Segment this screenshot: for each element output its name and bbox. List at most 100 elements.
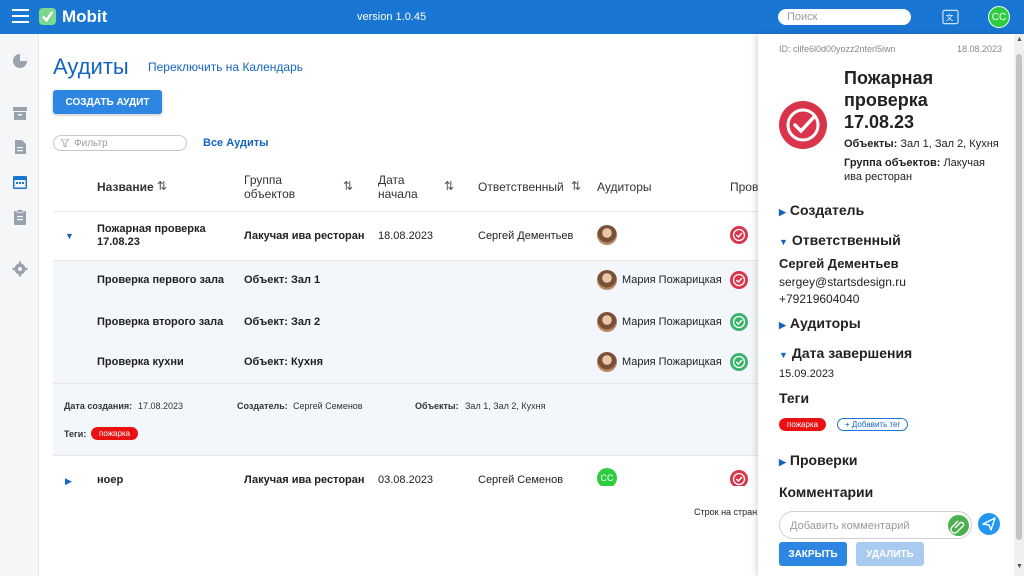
sort-icon[interactable]: ⇅ [571,179,581,193]
close-button[interactable]: ЗАКРЫТЬ [779,542,847,566]
check-auditor: Мария Пожарицкая [622,356,722,368]
scrollbar-thumb[interactable] [1016,54,1022,540]
responsible-email: sergey@startsdesign.ru [779,275,906,289]
settings-icon[interactable] [11,260,29,278]
section-auditors[interactable]: ▶ Аудиторы [779,315,861,331]
section-end-date[interactable]: ▼ Дата завершения [779,345,912,361]
collapse-chevron-icon[interactable]: ▼ [65,231,74,241]
created-value: 17.08.2023 [138,401,184,411]
scroll-up-icon[interactable]: ▲ [1016,36,1023,43]
check-object: Объект: Зал 1 [244,274,321,286]
status-fail-icon [730,226,748,244]
audit-id: ID: cllfe6l0d00yozz2nterl5iwn [779,44,896,54]
filter-icon [61,139,69,147]
audit-name[interactable]: Пожарная проверка 17.08.23 [97,223,217,249]
sort-icon[interactable]: ⇅ [444,179,454,193]
audit-responsible: Сергей Дементьев [478,230,574,242]
auditor-avatar: CC [597,468,617,488]
delete-button[interactable]: УДАЛИТЬ [856,542,924,566]
filter-field[interactable] [53,135,187,151]
audit-group: Лакучая ива ресторан [244,230,365,242]
column-header-start[interactable]: Дата начала [378,173,428,201]
check-auditor: Мария Пожарицкая [622,316,722,328]
attach-icon[interactable] [948,515,969,536]
audit-group: Лакучая ива ресторан [244,474,365,486]
section-checks[interactable]: ▶ Проверки [779,452,857,468]
responsible-phone: +79219604040 [779,292,860,306]
column-header-group[interactable]: Группа объектов [244,173,314,201]
app-version: version 1.0.45 [357,11,427,23]
column-header-auditors[interactable]: Аудиторы [597,180,652,194]
logo-icon [38,7,57,26]
chart-pie-icon[interactable] [11,52,29,70]
document-icon[interactable] [11,138,29,156]
app-brand[interactable]: Mobit [62,7,107,27]
divider [53,383,758,384]
sidebar [0,34,39,576]
audit-start-date: 03.08.2023 [378,474,434,486]
auditor-avatar [597,270,617,290]
divider [53,211,758,212]
check-name[interactable]: Проверка второго зала [97,316,223,328]
all-audits-link[interactable]: Все Аудиты [203,137,269,149]
audit-date: 18.08.2023 [957,44,1003,54]
audit-responsible: Сергей Семенов [478,474,564,486]
sort-icon[interactable]: ⇅ [157,179,167,193]
objects-label: Объекты: [415,401,459,411]
tag-badge[interactable]: пожарка [779,418,827,431]
check-auditor: Мария Пожарицкая [622,274,722,286]
column-header-responsible[interactable]: Ответственный [478,180,564,194]
drawer-objects: Объекты: Зал 1, Зал 2, Кухня [844,138,999,150]
audit-name[interactable]: ноер [97,474,123,486]
calendar-icon[interactable] [11,173,29,191]
scroll-clip [53,486,758,491]
auditor-avatar [597,225,617,245]
section-creator[interactable]: ▶ Создатель [779,202,864,218]
status-fail-icon [730,271,748,289]
drawer-title: Пожарная проверка 17.08.23 [844,68,934,132]
column-header-name[interactable]: Название [97,180,154,194]
comment-field[interactable] [779,511,972,539]
create-audit-button[interactable]: СОЗДАТЬ АУДИТ [53,90,162,114]
auditor-avatar [597,312,617,332]
check-object: Объект: Зал 2 [244,316,321,328]
drawer-scrollbar[interactable]: ▲ ▼ [1014,34,1024,576]
check-name[interactable]: Проверка кухни [97,356,184,368]
sort-icon[interactable]: ⇅ [343,179,353,193]
switch-calendar-link[interactable]: Переключить на Календарь [148,60,303,74]
check-name[interactable]: Проверка первого зала [97,274,224,286]
divider [53,260,758,261]
check-object: Объект: Кухня [244,356,324,368]
menu-icon[interactable] [12,9,29,23]
tags-label: Теги: [64,429,87,439]
scroll-down-icon[interactable]: ▼ [1016,563,1023,570]
archive-icon[interactable] [11,104,29,122]
section-responsible[interactable]: ▼ Ответственный [779,232,901,248]
audits-page: Аудиты Переключить на Календарь СОЗДАТЬ … [40,34,758,576]
add-tag-button[interactable]: + Добавить тег [837,418,909,431]
search-input[interactable] [778,9,911,25]
send-icon[interactable] [978,513,1000,535]
status-pass-icon [730,313,748,331]
rows-per-page-label: Строк на стран [694,507,758,517]
audit-start-date: 18.08.2023 [378,230,434,242]
status-pass-icon [730,353,748,371]
responsible-name: Сергей Дементьев [779,256,899,271]
creator-label: Создатель: [237,401,288,411]
translate-icon[interactable]: 文 [942,9,959,25]
drawer-group: Группа объектов: Лакучая ива ресторан [844,157,986,183]
column-header-checks[interactable]: Пров [730,180,758,194]
filter-input[interactable] [74,137,182,149]
user-avatar[interactable]: CC [988,6,1010,28]
auditor-avatar [597,352,617,372]
objects-value: Зал 1, Зал 2, Кухня [465,401,546,411]
svg-text:文: 文 [946,12,954,22]
page-title: Аудиты [53,54,129,79]
clipboard-icon[interactable] [11,208,29,226]
comment-input[interactable] [790,519,940,533]
audit-status-icon [779,101,827,149]
end-date-value: 15.09.2023 [779,368,835,380]
top-app-bar: Mobit version 1.0.45 文 CC [0,0,1024,34]
tag-badge[interactable]: пожарка [91,427,139,440]
section-tags: Теги [779,390,810,406]
